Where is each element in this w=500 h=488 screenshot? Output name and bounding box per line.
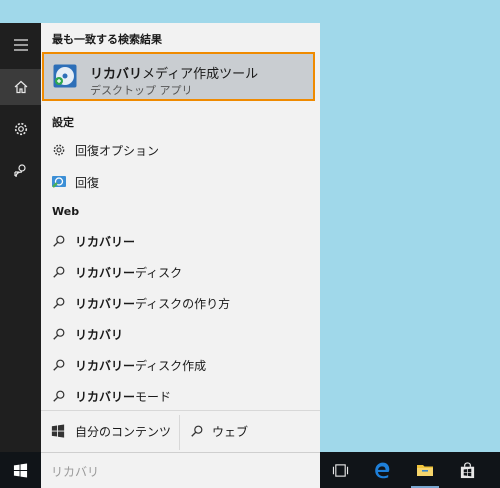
best-match-result[interactable]: リカバリメディア作成ツール デスクトップ アプリ bbox=[42, 52, 315, 101]
task-view-icon bbox=[332, 463, 348, 477]
search-icon bbox=[190, 424, 204, 438]
web-header: Web bbox=[52, 205, 80, 218]
start-button[interactable] bbox=[0, 452, 41, 488]
web-suggestion[interactable]: リカバリーディスクの作り方 bbox=[41, 289, 320, 317]
home-icon bbox=[14, 80, 27, 94]
web-search-button[interactable]: ウェブ bbox=[180, 412, 320, 450]
web-suggestion-label: リカバリーディスクの作り方 bbox=[75, 296, 231, 311]
settings-header: 設定 bbox=[52, 116, 74, 129]
hamburger-menu-button[interactable] bbox=[0, 27, 41, 63]
web-suggestion-label: リカバリー bbox=[75, 234, 136, 249]
search-query-text: リカバリ bbox=[51, 465, 100, 479]
task-view-button[interactable] bbox=[320, 452, 360, 488]
search-results-panel: 最も一致する検索結果 リカバリメディア作成ツール デスクトップ アプリ 設定 回… bbox=[41, 23, 320, 452]
search-icon bbox=[51, 233, 67, 249]
search-icon bbox=[51, 264, 67, 280]
divider bbox=[41, 410, 320, 411]
taskbar-search-box[interactable]: リカバリ bbox=[41, 452, 320, 488]
web-suggestion[interactable]: リカバリーディスク bbox=[41, 258, 320, 286]
web-suggestion[interactable]: リカバリーディスク作成 bbox=[41, 351, 320, 379]
start-menu-rail bbox=[0, 23, 41, 452]
web-suggestion-label: リカバリ bbox=[75, 327, 124, 342]
search-icon bbox=[51, 388, 67, 404]
file-explorer-button[interactable] bbox=[405, 452, 445, 488]
feedback-icon bbox=[13, 164, 26, 178]
settings-item-label: 回復 bbox=[75, 175, 100, 190]
folder-icon bbox=[417, 465, 433, 476]
best-match-header: 最も一致する検索結果 bbox=[52, 33, 162, 46]
settings-item-label: 回復オプション bbox=[75, 143, 160, 158]
store-button[interactable] bbox=[447, 452, 487, 488]
web-button-label: ウェブ bbox=[212, 424, 249, 439]
home-button[interactable] bbox=[0, 69, 41, 105]
my-content-label: 自分のコンテンツ bbox=[75, 424, 172, 439]
web-suggestion-label: リカバリーディスク作成 bbox=[75, 358, 207, 373]
search-icon bbox=[51, 326, 67, 342]
recovery-media-icon bbox=[53, 64, 77, 88]
best-match-subtitle: デスクトップ アプリ bbox=[90, 84, 193, 97]
edge-button[interactable] bbox=[362, 452, 402, 488]
recovery-icon bbox=[51, 174, 67, 190]
edge-icon bbox=[375, 462, 390, 479]
web-suggestion[interactable]: リカバリー bbox=[41, 227, 320, 255]
gear-icon bbox=[51, 142, 67, 158]
windows-logo-icon bbox=[51, 424, 65, 438]
hamburger-icon bbox=[13, 39, 28, 51]
gear-icon bbox=[14, 122, 27, 136]
web-suggestion[interactable]: リカバリ bbox=[41, 320, 320, 348]
settings-item-recovery-options[interactable]: 回復オプション bbox=[41, 136, 320, 164]
settings-item-recovery[interactable]: 回復 bbox=[41, 168, 320, 196]
search-icon bbox=[51, 295, 67, 311]
best-match-title: リカバリメディア作成ツール bbox=[90, 67, 259, 82]
web-suggestion-label: リカバリーディスク bbox=[75, 265, 183, 280]
settings-button[interactable] bbox=[0, 111, 41, 147]
search-icon bbox=[51, 357, 67, 373]
web-suggestion[interactable]: リカバリーモード bbox=[41, 382, 320, 410]
web-suggestion-label: リカバリーモード bbox=[75, 389, 172, 404]
store-icon bbox=[460, 461, 474, 478]
taskbar: リカバリ bbox=[0, 452, 500, 488]
feedback-button[interactable] bbox=[0, 153, 41, 189]
my-content-button[interactable]: 自分のコンテンツ bbox=[41, 412, 179, 450]
windows-logo-icon bbox=[13, 462, 28, 478]
